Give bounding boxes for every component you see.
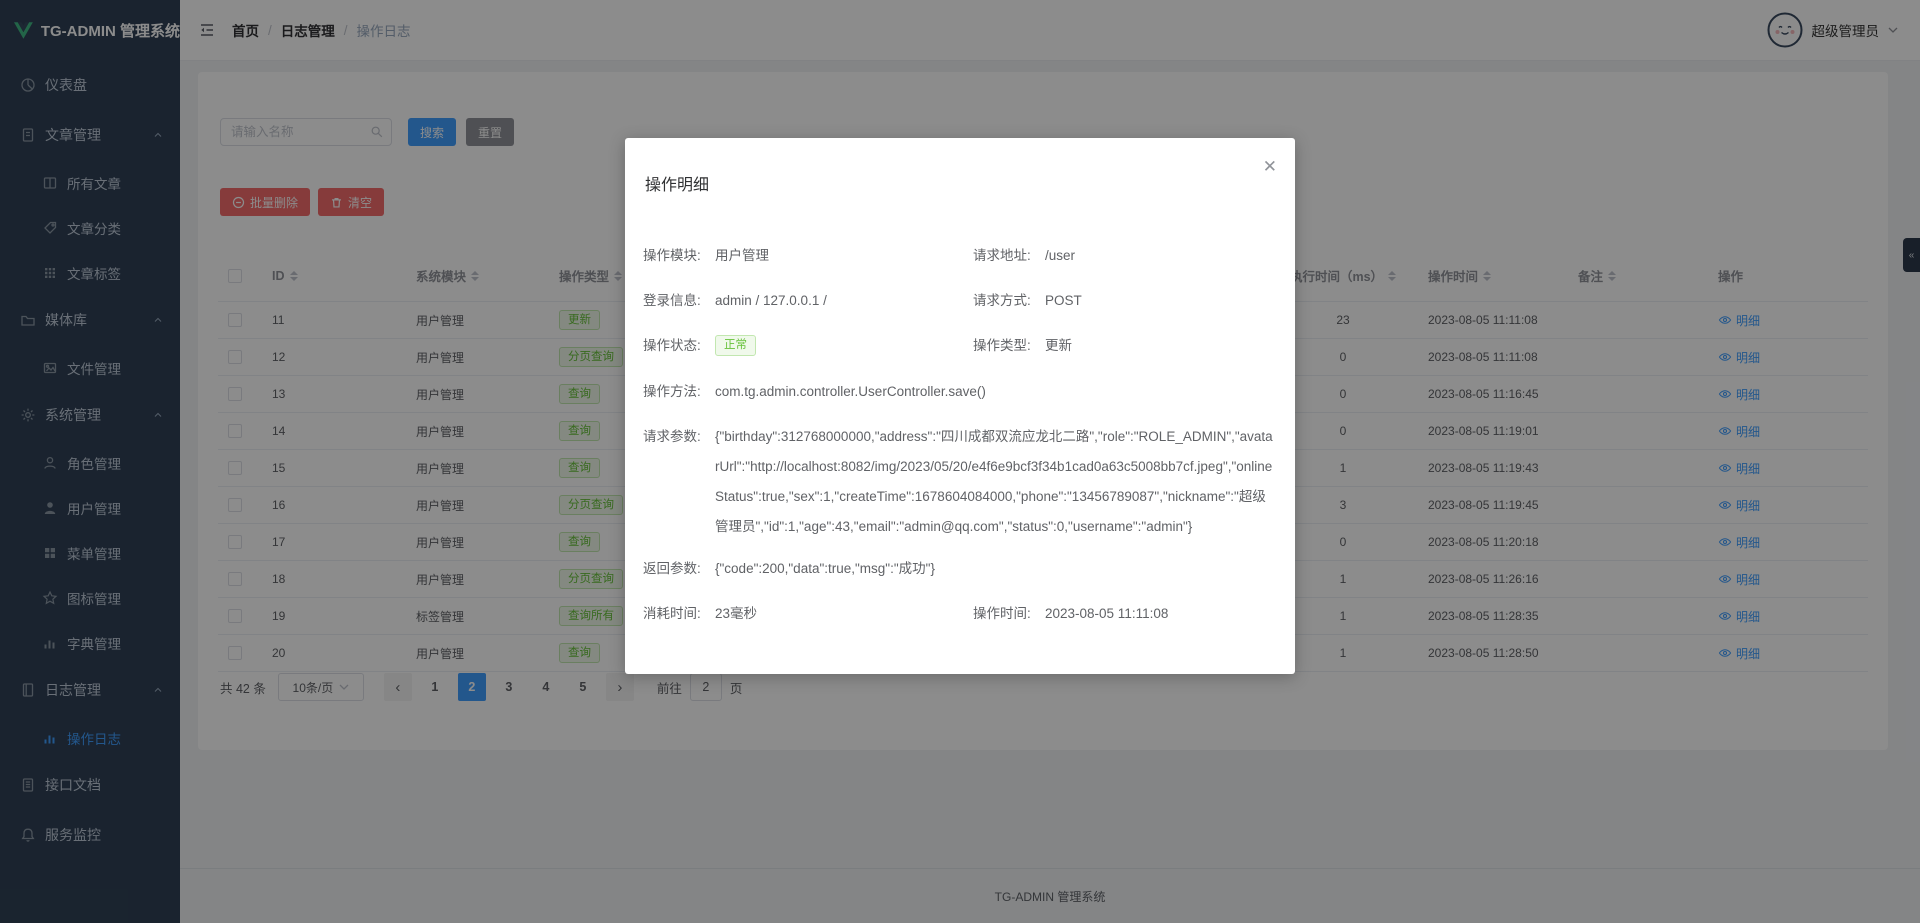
op-status-label: 操作状态: [643,337,715,356]
op-module-value: 用户管理 [715,247,769,265]
op-module-label: 操作模块: [643,247,715,265]
op-time-value: 2023-08-05 11:11:08 [1045,605,1168,623]
close-icon[interactable]: ✕ [1263,158,1277,175]
op-time-label: 操作时间: [973,605,1045,623]
cost-time-label: 消耗时间: [643,605,715,623]
op-type-label: 操作类型: [973,337,1045,356]
op-method-label: 操作方法: [643,383,715,401]
resp-params-value: {"code":200,"data":true,"msg":"成功"} [715,560,935,578]
req-url-label: 请求地址: [973,247,1045,265]
login-info-label: 登录信息: [643,292,715,310]
op-type-value: 更新 [1045,337,1072,356]
cost-time-value: 23毫秒 [715,605,757,623]
op-status-badge: 正常 [715,335,756,356]
req-method-label: 请求方式: [973,292,1045,310]
resp-params-label: 返回参数: [643,560,715,578]
login-info-value: admin / 127.0.0.1 / [715,292,827,310]
req-params-value: {"birthday":312768000000,"address":"四川成都… [715,422,1277,542]
dialog-title: 操作明细 [645,171,709,195]
req-method-value: POST [1045,292,1082,310]
op-method-value: com.tg.admin.controller.UserController.s… [715,383,986,401]
dialog-body: 操作模块: 用户管理 请求地址: /user 登录信息: admin / 127… [643,247,1277,650]
req-url-value: /user [1045,247,1075,265]
operation-detail-dialog: 操作明细 ✕ 操作模块: 用户管理 请求地址: /user 登录信息: admi… [625,138,1295,674]
req-params-label: 请求参数: [643,428,715,542]
